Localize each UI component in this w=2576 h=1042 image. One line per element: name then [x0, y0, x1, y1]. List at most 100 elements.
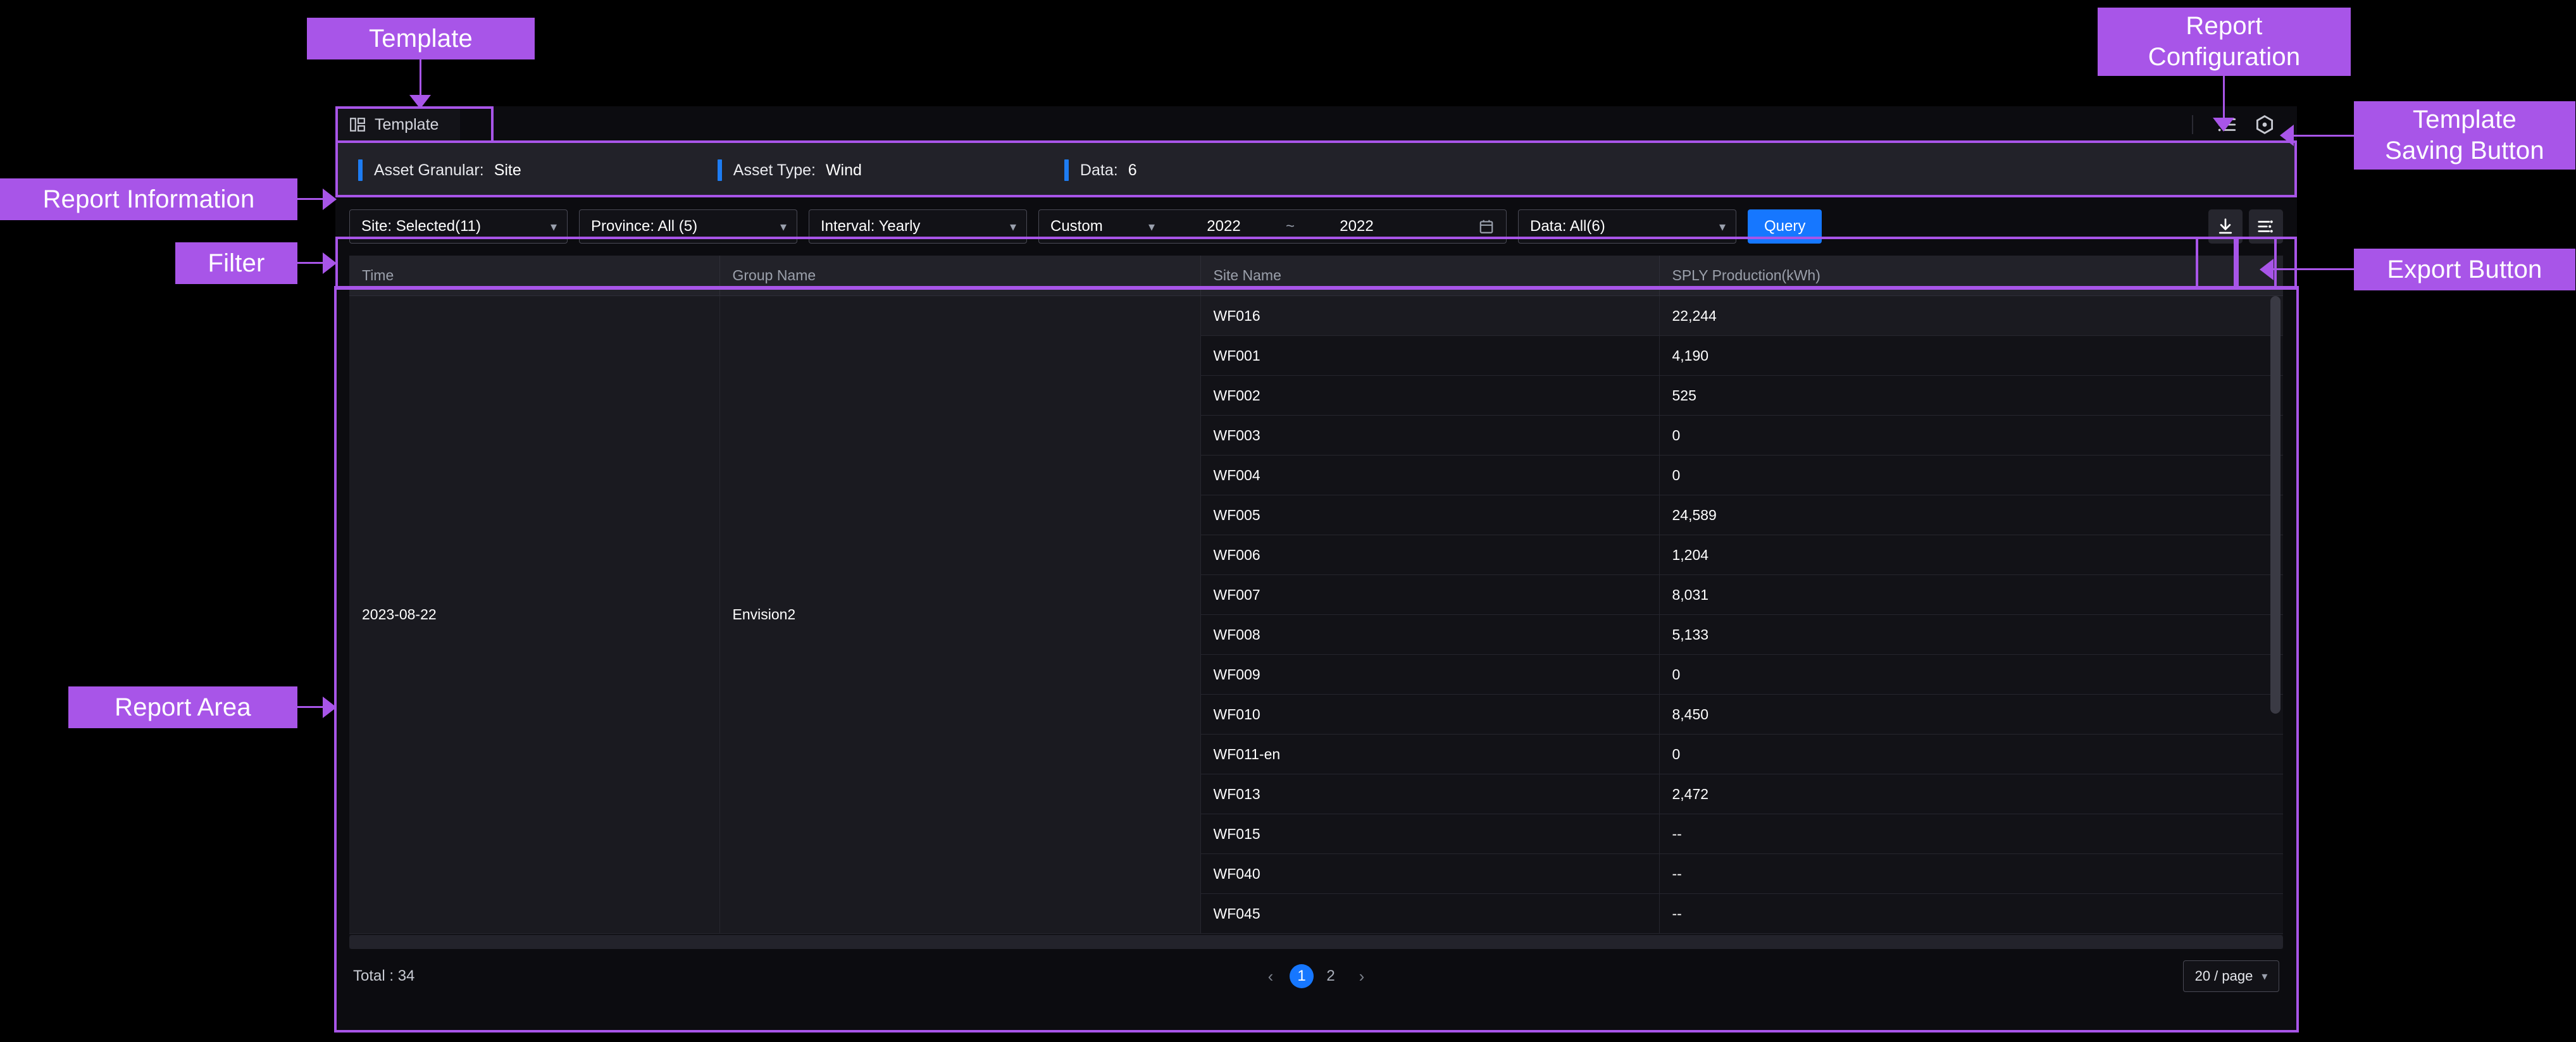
report-application-window: Template Asset Granular: Site Asset Type…: [335, 106, 2297, 1030]
page-size-select[interactable]: 20 / page ▾: [2183, 960, 2279, 992]
info-data-label: Data:: [1080, 161, 1118, 179]
interval-filter-label: Interval: Yearly: [821, 218, 921, 235]
annotation-template-arrow: [409, 95, 431, 109]
report-table: Time Group Name Site Name SPLY Productio…: [349, 256, 2283, 934]
cell-site-name: WF007: [1200, 574, 1660, 615]
tab-bar: Template: [335, 106, 2297, 143]
table-header-row: Time Group Name Site Name SPLY Productio…: [349, 256, 2283, 296]
column-header-sply-production[interactable]: SPLY Production(kWh): [1659, 256, 2283, 296]
filter-bar: Site: Selected(11) ▾ Province: All (5) ▾…: [335, 197, 2297, 256]
date-range-picker[interactable]: 2022 ~ 2022: [1165, 209, 1507, 244]
cell-site-name: WF011-en: [1200, 734, 1660, 774]
annotation-template-saving-line: [2294, 135, 2356, 137]
tab-template[interactable]: Template: [335, 106, 461, 143]
annotation-report-area: Report Area: [68, 686, 297, 728]
cell-site-name: WF008: [1200, 614, 1660, 655]
annotation-template-saving-button: Template Saving Button: [2354, 101, 2575, 170]
interval-filter-select[interactable]: Interval: Yearly ▾: [809, 209, 1027, 244]
date-separator: ~: [1285, 218, 1295, 235]
annotation-template: Template: [307, 18, 535, 59]
chevron-down-icon: ▾: [1719, 220, 1726, 234]
table-vertical-scrollbar[interactable]: [2270, 296, 2280, 714]
chevron-down-icon: ▾: [1148, 220, 1155, 234]
date-to-input[interactable]: 2022: [1309, 218, 1404, 235]
info-asset-granular-label: Asset Granular:: [374, 161, 484, 179]
cell-site-name: WF010: [1200, 694, 1660, 735]
cell-site-name: WF045: [1200, 893, 1660, 934]
site-filter-select[interactable]: Site: Selected(11) ▾: [349, 209, 568, 244]
chevron-down-icon: ▾: [780, 220, 787, 234]
template-saving-button[interactable]: [2254, 114, 2275, 135]
info-data: Data: 6: [1064, 159, 1137, 181]
data-filter-select[interactable]: Data: All(6) ▾: [1518, 209, 1736, 244]
annotation-report-area-label: Report Area: [115, 693, 251, 721]
info-marker: [358, 159, 363, 181]
cell-sply-production: 2,472: [1659, 774, 2283, 814]
table-header: Time Group Name Site Name SPLY Productio…: [349, 256, 2283, 296]
page-button-2[interactable]: 2: [1319, 964, 1343, 988]
export-button-group: [2208, 209, 2283, 244]
annotation-filter: Filter: [175, 242, 297, 284]
cell-site-name: WF001: [1200, 335, 1660, 376]
annotation-template-line: [420, 59, 421, 99]
cell-sply-production: 0: [1659, 654, 2283, 695]
chevron-down-icon: ▾: [550, 220, 557, 234]
annotation-report-configuration: Report Configuration: [2098, 8, 2351, 76]
report-information-bar: Asset Granular: Site Asset Type: Wind Da…: [335, 143, 2297, 197]
cell-time: 2023-08-22: [349, 295, 720, 934]
cell-sply-production: 24,589: [1659, 495, 2283, 535]
cell-site-name: WF005: [1200, 495, 1660, 535]
info-asset-granular-value: Site: [494, 161, 521, 179]
cell-site-name: WF006: [1200, 535, 1660, 575]
cell-sply-production: --: [1659, 893, 2283, 934]
calendar-icon: [1478, 218, 1495, 235]
scrollbar-thumb[interactable]: [2270, 296, 2280, 714]
date-from-input[interactable]: 2022: [1176, 218, 1271, 235]
total-count-label: Total : 34: [353, 967, 415, 984]
annotation-report-information-line: [297, 198, 324, 200]
info-asset-granular: Asset Granular: Site: [358, 159, 521, 181]
chevron-down-icon: ▾: [1009, 220, 1016, 234]
cell-site-name: WF015: [1200, 814, 1660, 854]
cell-site-name: WF004: [1200, 455, 1660, 495]
annotation-report-information: Report Information: [0, 178, 297, 220]
province-filter-select[interactable]: Province: All (5) ▾: [579, 209, 797, 244]
cell-sply-production: 1,204: [1659, 535, 2283, 575]
annotation-report-configuration-line: [2223, 76, 2225, 121]
annotation-report-area-line: [297, 706, 324, 708]
annotation-report-configuration-label2: Configuration: [2148, 43, 2301, 71]
info-marker: [1064, 159, 1069, 181]
cell-site-name: WF002: [1200, 375, 1660, 416]
cell-sply-production: 0: [1659, 734, 2283, 774]
range-mode-select[interactable]: Custom ▾: [1038, 209, 1165, 244]
annotation-report-information-arrow: [323, 189, 337, 210]
table-horizontal-scrollbar[interactable]: [349, 935, 2283, 949]
cell-site-name: WF016: [1200, 295, 1660, 336]
table-row[interactable]: 2023-08-22 Envision2 WF016 22,244: [349, 295, 2283, 934]
annotation-template-saving-arrow: [2280, 125, 2294, 146]
info-data-value: 6: [1128, 161, 1137, 179]
column-header-group-name[interactable]: Group Name: [719, 256, 1201, 296]
cell-sply-production: 5,133: [1659, 614, 2283, 655]
next-page-button[interactable]: ›: [1348, 962, 1376, 990]
annotation-report-configuration-arrow: [2213, 118, 2234, 132]
cell-site-name: WF009: [1200, 654, 1660, 695]
annotation-filter-arrow: [323, 252, 337, 274]
page-button-1[interactable]: 1: [1290, 964, 1314, 988]
prev-page-button[interactable]: ‹: [1257, 962, 1285, 990]
export-settings-button[interactable]: [2249, 209, 2283, 244]
annotation-report-information-label: Report Information: [42, 185, 255, 213]
layout-template-icon: [349, 116, 366, 133]
download-export-button[interactable]: [2208, 209, 2243, 244]
cell-sply-production: 8,450: [1659, 694, 2283, 735]
column-header-time[interactable]: Time: [349, 256, 720, 296]
annotation-template-saving-label: Template: [2413, 106, 2517, 134]
query-button[interactable]: Query: [1748, 209, 1822, 244]
info-asset-type: Asset Type: Wind: [717, 159, 862, 181]
table-footer: Total : 34 ‹ 1 2 › 20 / page ▾: [335, 949, 2297, 1003]
cell-sply-production: 525: [1659, 375, 2283, 416]
cell-sply-production: 8,031: [1659, 574, 2283, 615]
pagination: ‹ 1 2 ›: [1257, 962, 1376, 990]
cell-sply-production: 4,190: [1659, 335, 2283, 376]
column-header-site-name[interactable]: Site Name: [1200, 256, 1660, 296]
